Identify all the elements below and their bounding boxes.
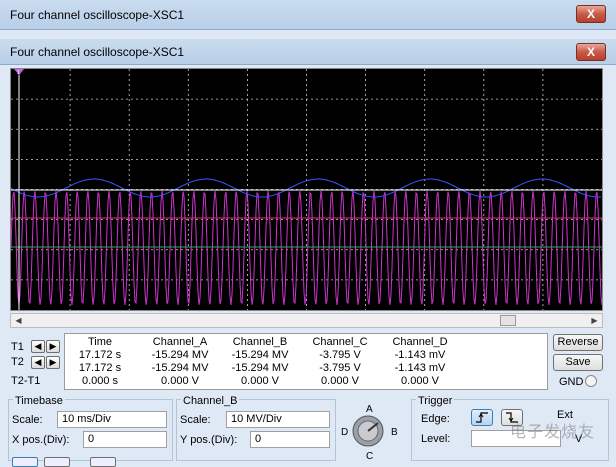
reverse-button[interactable]: Reverse [553,334,603,351]
selector-label-d: D [341,427,349,438]
trigger-group-label: Trigger [416,395,455,407]
t1-channel-b: -15.294 MV [231,349,289,361]
t2-left-arrow-icon[interactable]: ◀ [31,356,45,369]
selector-label-b: B [391,427,398,438]
delta-channel-c: 0.000 V [321,375,359,387]
t1-label: T1 [11,341,24,353]
timebase-group-label: Timebase [13,395,65,407]
horizontal-scrollbar[interactable]: ◀ ▶ [10,313,603,328]
t1-channel-d: -1.143 mV [394,349,446,361]
delta-channel-d: 0.000 V [401,375,439,387]
header-time: Time [87,336,113,348]
t2-channel-b: -15.294 MV [231,362,289,374]
channel-selector-knob[interactable] [351,414,385,448]
outer-window-title: Four channel oscilloscope-XSC1 [10,8,185,22]
scroll-left-icon[interactable]: ◀ [11,314,26,327]
site-watermark: 电子发烧友 [510,424,596,441]
channel-scale-label: Scale: [180,414,211,426]
header-channel-d: Channel_D [392,336,448,348]
channel-group-label: Channel_B [181,395,240,407]
inner-window-title: Four channel oscilloscope-XSC1 [10,45,185,59]
header-channel-a: Channel_A [152,336,208,348]
timebase-group [8,399,173,461]
t2-t1-label: T2-T1 [11,375,41,387]
timebase-scale-label: Scale: [12,414,43,426]
delta-time: 0.000 s [81,375,119,387]
outer-title-bar: Four channel oscilloscope-XSC1 X [0,0,616,30]
channel-a-trace [10,190,603,306]
scroll-right-icon[interactable]: ▶ [587,314,602,327]
rising-edge-button[interactable] [471,409,493,426]
selector-label-c: C [366,451,374,462]
t2-channel-d: -1.143 mV [394,362,446,374]
header-channel-b: Channel_B [232,336,288,348]
inner-close-button[interactable]: X [576,43,606,61]
t2-time: 17.172 s [78,362,122,374]
x-position-field[interactable]: 0 [83,431,167,448]
rising-edge-icon [476,412,488,423]
channel-scale-field[interactable]: 10 MV/Div [226,411,330,428]
delta-channel-a: 0.000 V [161,375,199,387]
t1-time: 17.172 s [78,349,122,361]
gnd-radio[interactable] [585,375,597,387]
mode-button-1[interactable] [12,457,38,467]
t2-channel-a: -15.294 MV [151,362,209,374]
timebase-scale-field[interactable]: 10 ms/Div [57,411,167,428]
cursor-readout-table: Time Channel_A Channel_B Channel_C Chann… [64,333,548,390]
mode-button-2[interactable] [44,457,70,467]
t1-channel-c: -3.795 V [319,349,361,361]
t2-label: T2 [11,356,24,368]
t1-left-arrow-icon[interactable]: ◀ [31,340,45,353]
channel-group [176,399,336,461]
t1-channel-a: -15.294 MV [151,349,209,361]
cursor-1-marker: 1 [17,70,20,76]
gnd-label: GND [559,376,584,388]
outer-close-button[interactable]: X [576,5,606,23]
x-position-label: X pos.(Div): [12,434,70,446]
edge-label: Edge: [421,413,450,425]
scrollbar-thumb[interactable] [500,315,516,326]
t2-channel-c: -3.795 V [319,362,361,374]
level-label: Level: [421,433,451,445]
waveform-display: 1 [10,69,603,310]
y-position-field[interactable]: 0 [250,431,330,448]
save-button[interactable]: Save [553,354,603,371]
delta-channel-b: 0.000 V [241,375,279,387]
header-channel-c: Channel_C [312,336,368,348]
mode-button-3[interactable] [90,457,116,467]
oscilloscope-screen[interactable]: 1 [10,68,603,311]
inner-title-bar: Four channel oscilloscope-XSC1 X [0,39,616,65]
y-position-label: Y pos.(Div): [180,434,238,446]
